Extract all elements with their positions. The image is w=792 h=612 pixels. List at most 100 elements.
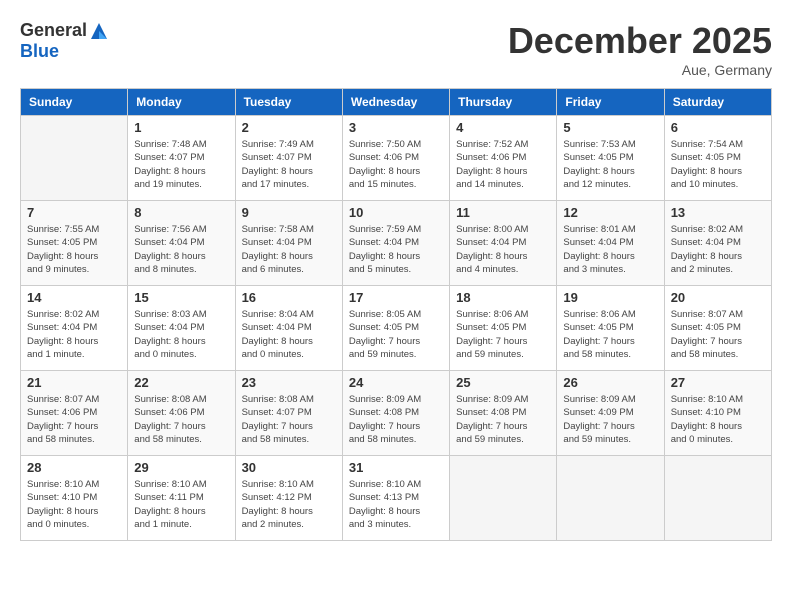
day-info: Sunrise: 8:10 AMSunset: 4:10 PMDaylight:… <box>27 478 121 531</box>
day-info: Sunrise: 7:52 AMSunset: 4:06 PMDaylight:… <box>456 138 550 191</box>
day-number: 26 <box>563 375 657 390</box>
week-row-2: 7Sunrise: 7:55 AMSunset: 4:05 PMDaylight… <box>21 201 772 286</box>
day-info: Sunrise: 7:49 AMSunset: 4:07 PMDaylight:… <box>242 138 336 191</box>
calendar-cell: 1 Sunrise: 7:48 AMSunset: 4:07 PMDaylight… <box>128 116 235 201</box>
day-info: Sunrise: 8:10 AMSunset: 4:12 PMDaylight:… <box>242 478 336 531</box>
day-number: 11 <box>456 205 550 220</box>
title-section: December 2025 Aue, Germany <box>508 20 772 78</box>
calendar-cell: 3Sunrise: 7:50 AMSunset: 4:06 PMDaylight… <box>342 116 449 201</box>
calendar-cell: 4 Sunrise: 7:52 AMSunset: 4:06 PMDaylight… <box>450 116 557 201</box>
day-number: 29 <box>134 460 228 475</box>
calendar-cell: 18Sunrise: 8:06 AMSunset: 4:05 PMDayligh… <box>450 286 557 371</box>
day-info: Sunrise: 8:09 AMSunset: 4:08 PMDaylight:… <box>456 393 550 446</box>
day-number: 16 <box>242 290 336 305</box>
calendar-cell: 22Sunrise: 8:08 AMSunset: 4:06 PMDayligh… <box>128 371 235 456</box>
day-number: 9 <box>242 205 336 220</box>
calendar-cell <box>450 456 557 541</box>
calendar-table: SundayMondayTuesdayWednesdayThursdayFrid… <box>20 88 772 541</box>
day-number: 8 <box>134 205 228 220</box>
day-info: Sunrise: 8:09 AMSunset: 4:08 PMDaylight:… <box>349 393 443 446</box>
day-header-monday: Monday <box>128 89 235 116</box>
day-number: 19 <box>563 290 657 305</box>
day-header-thursday: Thursday <box>450 89 557 116</box>
calendar-cell <box>557 456 664 541</box>
calendar-cell: 26 Sunrise: 8:09 AMSunset: 4:09 PMDayligh… <box>557 371 664 456</box>
day-header-sunday: Sunday <box>21 89 128 116</box>
day-info: Sunrise: 8:02 AMSunset: 4:04 PMDaylight:… <box>671 223 765 276</box>
day-number: 3 <box>349 120 443 135</box>
day-number: 5 <box>563 120 657 135</box>
day-number: 2 <box>242 120 336 135</box>
day-info: Sunrise: 8:03 AMSunset: 4:04 PMDaylight:… <box>134 308 228 361</box>
calendar-cell: 8 Sunrise: 7:56 AMSunset: 4:04 PMDaylight… <box>128 201 235 286</box>
day-info: Sunrise: 8:08 AMSunset: 4:06 PMDaylight:… <box>134 393 228 446</box>
calendar-cell: 31 Sunrise: 8:10 AMSunset: 4:13 PMDayligh… <box>342 456 449 541</box>
day-info: Sunrise: 7:53 AMSunset: 4:05 PMDaylight:… <box>563 138 657 191</box>
calendar-cell: 16Sunrise: 8:04 AMSunset: 4:04 PMDayligh… <box>235 286 342 371</box>
calendar-cell: 6 Sunrise: 7:54 AMSunset: 4:05 PMDaylight… <box>664 116 771 201</box>
calendar-cell: 17Sunrise: 8:05 AMSunset: 4:05 PMDayligh… <box>342 286 449 371</box>
day-number: 18 <box>456 290 550 305</box>
calendar-cell <box>21 116 128 201</box>
calendar-cell: 20 Sunrise: 8:07 AMSunset: 4:05 PMDayligh… <box>664 286 771 371</box>
calendar-cell: 5 Sunrise: 7:53 AMSunset: 4:05 PMDaylight… <box>557 116 664 201</box>
day-number: 13 <box>671 205 765 220</box>
calendar-cell: 21Sunrise: 8:07 AMSunset: 4:06 PMDayligh… <box>21 371 128 456</box>
day-number: 1 <box>134 120 228 135</box>
calendar-cell: 24 Sunrise: 8:09 AMSunset: 4:08 PMDayligh… <box>342 371 449 456</box>
day-number: 15 <box>134 290 228 305</box>
day-number: 20 <box>671 290 765 305</box>
day-number: 27 <box>671 375 765 390</box>
day-number: 10 <box>349 205 443 220</box>
day-info: Sunrise: 7:48 AMSunset: 4:07 PMDaylight:… <box>134 138 228 191</box>
day-number: 17 <box>349 290 443 305</box>
day-number: 31 <box>349 460 443 475</box>
calendar-cell: 25 Sunrise: 8:09 AMSunset: 4:08 PMDayligh… <box>450 371 557 456</box>
day-number: 28 <box>27 460 121 475</box>
calendar-cell: 15 Sunrise: 8:03 AMSunset: 4:04 PMDayligh… <box>128 286 235 371</box>
day-number: 23 <box>242 375 336 390</box>
day-info: Sunrise: 7:58 AMSunset: 4:04 PMDaylight:… <box>242 223 336 276</box>
calendar-cell: 23 Sunrise: 8:08 AMSunset: 4:07 PMDayligh… <box>235 371 342 456</box>
logo: General Blue <box>20 20 109 62</box>
week-row-3: 14 Sunrise: 8:02 AMSunset: 4:04 PMDayligh… <box>21 286 772 371</box>
day-info: Sunrise: 8:08 AMSunset: 4:07 PMDaylight:… <box>242 393 336 446</box>
day-number: 12 <box>563 205 657 220</box>
day-number: 14 <box>27 290 121 305</box>
calendar-cell: 13 Sunrise: 8:02 AMSunset: 4:04 PMDayligh… <box>664 201 771 286</box>
calendar-cell <box>664 456 771 541</box>
day-number: 25 <box>456 375 550 390</box>
logo-general: General <box>20 20 87 41</box>
calendar-cell: 7Sunrise: 7:55 AMSunset: 4:05 PMDaylight… <box>21 201 128 286</box>
day-info: Sunrise: 7:56 AMSunset: 4:04 PMDaylight:… <box>134 223 228 276</box>
calendar-cell: 19 Sunrise: 8:06 AMSunset: 4:05 PMDayligh… <box>557 286 664 371</box>
day-info: Sunrise: 7:54 AMSunset: 4:05 PMDaylight:… <box>671 138 765 191</box>
calendar-cell: 27Sunrise: 8:10 AMSunset: 4:10 PMDayligh… <box>664 371 771 456</box>
day-info: Sunrise: 8:06 AMSunset: 4:05 PMDaylight:… <box>563 308 657 361</box>
week-row-4: 21Sunrise: 8:07 AMSunset: 4:06 PMDayligh… <box>21 371 772 456</box>
week-row-5: 28 Sunrise: 8:10 AMSunset: 4:10 PMDayligh… <box>21 456 772 541</box>
day-info: Sunrise: 8:09 AMSunset: 4:09 PMDaylight:… <box>563 393 657 446</box>
day-header-tuesday: Tuesday <box>235 89 342 116</box>
day-number: 30 <box>242 460 336 475</box>
location: Aue, Germany <box>508 62 772 78</box>
logo-blue: Blue <box>20 41 59 62</box>
day-number: 4 <box>456 120 550 135</box>
day-info: Sunrise: 8:00 AMSunset: 4:04 PMDaylight:… <box>456 223 550 276</box>
day-info: Sunrise: 8:07 AMSunset: 4:06 PMDaylight:… <box>27 393 121 446</box>
header-row: SundayMondayTuesdayWednesdayThursdayFrid… <box>21 89 772 116</box>
week-row-1: 1 Sunrise: 7:48 AMSunset: 4:07 PMDaylight… <box>21 116 772 201</box>
day-header-friday: Friday <box>557 89 664 116</box>
day-info: Sunrise: 8:02 AMSunset: 4:04 PMDaylight:… <box>27 308 121 361</box>
calendar-cell: 9 Sunrise: 7:58 AMSunset: 4:04 PMDaylight… <box>235 201 342 286</box>
day-info: Sunrise: 8:10 AMSunset: 4:13 PMDaylight:… <box>349 478 443 531</box>
day-info: Sunrise: 7:59 AMSunset: 4:04 PMDaylight:… <box>349 223 443 276</box>
calendar-cell: 30 Sunrise: 8:10 AMSunset: 4:12 PMDayligh… <box>235 456 342 541</box>
calendar-cell: 12Sunrise: 8:01 AMSunset: 4:04 PMDayligh… <box>557 201 664 286</box>
calendar-cell: 2 Sunrise: 7:49 AMSunset: 4:07 PMDaylight… <box>235 116 342 201</box>
day-number: 6 <box>671 120 765 135</box>
day-info: Sunrise: 8:10 AMSunset: 4:11 PMDaylight:… <box>134 478 228 531</box>
day-info: Sunrise: 8:07 AMSunset: 4:05 PMDaylight:… <box>671 308 765 361</box>
month-title: December 2025 <box>508 20 772 62</box>
day-number: 24 <box>349 375 443 390</box>
